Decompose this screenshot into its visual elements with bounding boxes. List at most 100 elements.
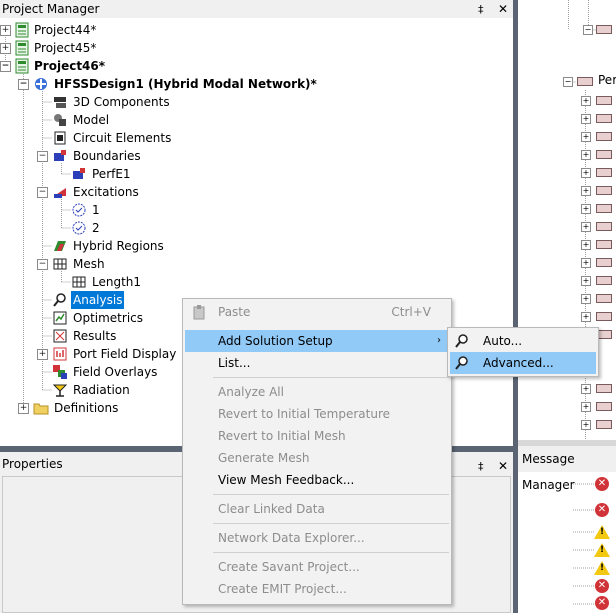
expand-icon[interactable]: + (37, 349, 48, 360)
menu-item-add-solution-setup[interactable]: Add Solution Setup › (185, 330, 449, 352)
tree-item-project46[interactable]: − Project46* (0, 57, 300, 75)
expand-icon[interactable]: + (581, 420, 591, 430)
object-icon (596, 114, 612, 123)
close-icon[interactable]: ✕ (498, 456, 508, 476)
tree-item-perfe1[interactable]: PerfE1 (0, 165, 300, 183)
expand-icon[interactable]: + (581, 114, 591, 124)
project-icon (15, 22, 29, 38)
tree-label: Excitations (73, 185, 139, 199)
object-icon (596, 294, 612, 303)
tree-label: 1 (92, 203, 100, 217)
menu-item-generate-mesh[interactable]: Generate Mesh (185, 447, 449, 469)
menu-item-create-savant-project[interactable]: Create Savant Project... (185, 556, 449, 578)
expand-icon[interactable]: + (581, 240, 591, 250)
collapse-icon[interactable]: − (37, 151, 48, 162)
submenu-item-auto[interactable]: Auto... (450, 330, 596, 352)
tree-label: Project44* (34, 23, 97, 37)
field-overlays-icon (53, 365, 67, 379)
tree-item-excitations[interactable]: − Excitations (0, 183, 300, 201)
tree-item-project45[interactable]: + Project45* (0, 39, 300, 57)
expand-icon[interactable]: + (581, 96, 591, 106)
menu-item-label: View Mesh Feedback... (218, 473, 355, 487)
menu-item-label: List... (218, 356, 251, 370)
expand-icon[interactable]: + (581, 294, 591, 304)
optimetrics-icon (53, 311, 67, 325)
object-icon (596, 276, 612, 285)
tree-item-port-2[interactable]: 2 (0, 219, 300, 237)
tree-item-port-1[interactable]: 1 (0, 201, 300, 219)
collapse-icon[interactable]: − (37, 187, 48, 198)
object-icon (596, 258, 612, 267)
tree-item-boundaries[interactable]: − Boundaries (0, 147, 300, 165)
tree-item-model[interactable]: Model (0, 111, 300, 129)
object-icon (596, 204, 612, 213)
paste-icon (193, 305, 205, 320)
tree-label: Definitions (54, 401, 119, 415)
expand-icon[interactable]: + (581, 276, 591, 286)
object-icon (596, 312, 612, 321)
expand-icon[interactable]: + (581, 402, 591, 412)
menu-item-revert-initial-temperature[interactable]: Revert to Initial Temperature (185, 403, 449, 425)
menu-separator (213, 552, 449, 553)
properties-title: Properties (2, 457, 63, 471)
analysis-icon (53, 293, 66, 307)
port-icon (72, 203, 86, 217)
expand-icon[interactable]: + (581, 204, 591, 214)
tree-item-hfss-design[interactable]: − HFSSDesign1 (Hybrid Modal Network)* (0, 75, 320, 93)
perfe-boundary-icon (73, 168, 85, 179)
tree-item-hybrid-regions[interactable]: Hybrid Regions (0, 237, 300, 255)
collapse-icon[interactable]: − (18, 79, 29, 90)
analysis-setup-icon (455, 356, 468, 370)
solution-setup-submenu: Auto... Advanced... (447, 327, 599, 377)
message-manager-title: Message Manager (518, 446, 616, 492)
project-icon (15, 58, 29, 74)
tree-label: Optimetrics (73, 311, 143, 325)
tree-label: Analysis (71, 291, 125, 309)
expand-icon[interactable]: + (581, 168, 591, 178)
menu-item-revert-initial-mesh[interactable]: Revert to Initial Mesh (185, 425, 449, 447)
expand-icon[interactable]: + (581, 132, 591, 142)
menu-item-paste[interactable]: Paste Ctrl+V (185, 301, 449, 323)
object-icon (596, 186, 612, 195)
tree-item-mesh[interactable]: − Mesh (0, 255, 300, 273)
collapse-icon[interactable]: − (0, 61, 11, 72)
expand-icon[interactable]: + (581, 222, 591, 232)
expand-icon[interactable]: + (581, 150, 591, 160)
error-icon: ✕ (595, 579, 609, 593)
menu-item-list[interactable]: List... (185, 352, 449, 374)
expand-icon[interactable]: + (18, 403, 29, 414)
menu-item-view-mesh-feedback[interactable]: View Mesh Feedback... (185, 469, 449, 491)
pin-icon[interactable]: ‡ (478, 457, 484, 477)
tree-label: Length1 (92, 275, 142, 289)
expand-icon[interactable]: + (581, 384, 591, 394)
expand-icon[interactable]: + (581, 186, 591, 196)
tree-item-length1[interactable]: Length1 (0, 273, 300, 291)
menu-item-clear-linked-data[interactable]: Clear Linked Data (185, 498, 449, 520)
error-icon: ✕ (595, 596, 609, 610)
collapse-icon[interactable]: − (563, 77, 573, 87)
object-icon (596, 222, 612, 231)
expand-icon[interactable]: + (581, 312, 591, 322)
context-menu: Paste Ctrl+V Add Solution Setup › List..… (182, 298, 452, 605)
submenu-item-advanced[interactable]: Advanced... (450, 352, 596, 374)
tree-label: Port Field Display (73, 347, 177, 361)
model-icon (54, 114, 66, 126)
tree-item-project44[interactable]: + Project44* (0, 21, 300, 39)
collapse-icon[interactable]: − (37, 259, 48, 270)
menu-item-analyze-all[interactable]: Analyze All (185, 381, 449, 403)
expand-icon[interactable]: + (0, 25, 11, 36)
expand-icon[interactable]: + (581, 258, 591, 268)
error-icon: ✕ (595, 477, 609, 491)
analysis-setup-icon (455, 334, 468, 348)
tree-label: Project46* (34, 59, 106, 73)
menu-item-create-emit-project[interactable]: Create EMIT Project... (185, 578, 449, 600)
tree-item-circuit-elements[interactable]: Circuit Elements (0, 129, 300, 147)
expand-icon[interactable]: + (0, 43, 11, 54)
menu-item-network-data-explorer[interactable]: Network Data Explorer... (185, 527, 449, 549)
excitations-icon (54, 188, 66, 198)
tree-item-3d-components[interactable]: 3D Components (0, 93, 300, 111)
boundaries-icon (54, 150, 66, 161)
port-field-display-icon (53, 347, 67, 361)
tree-label: Field Overlays (73, 365, 158, 379)
collapse-icon[interactable]: − (583, 25, 593, 35)
